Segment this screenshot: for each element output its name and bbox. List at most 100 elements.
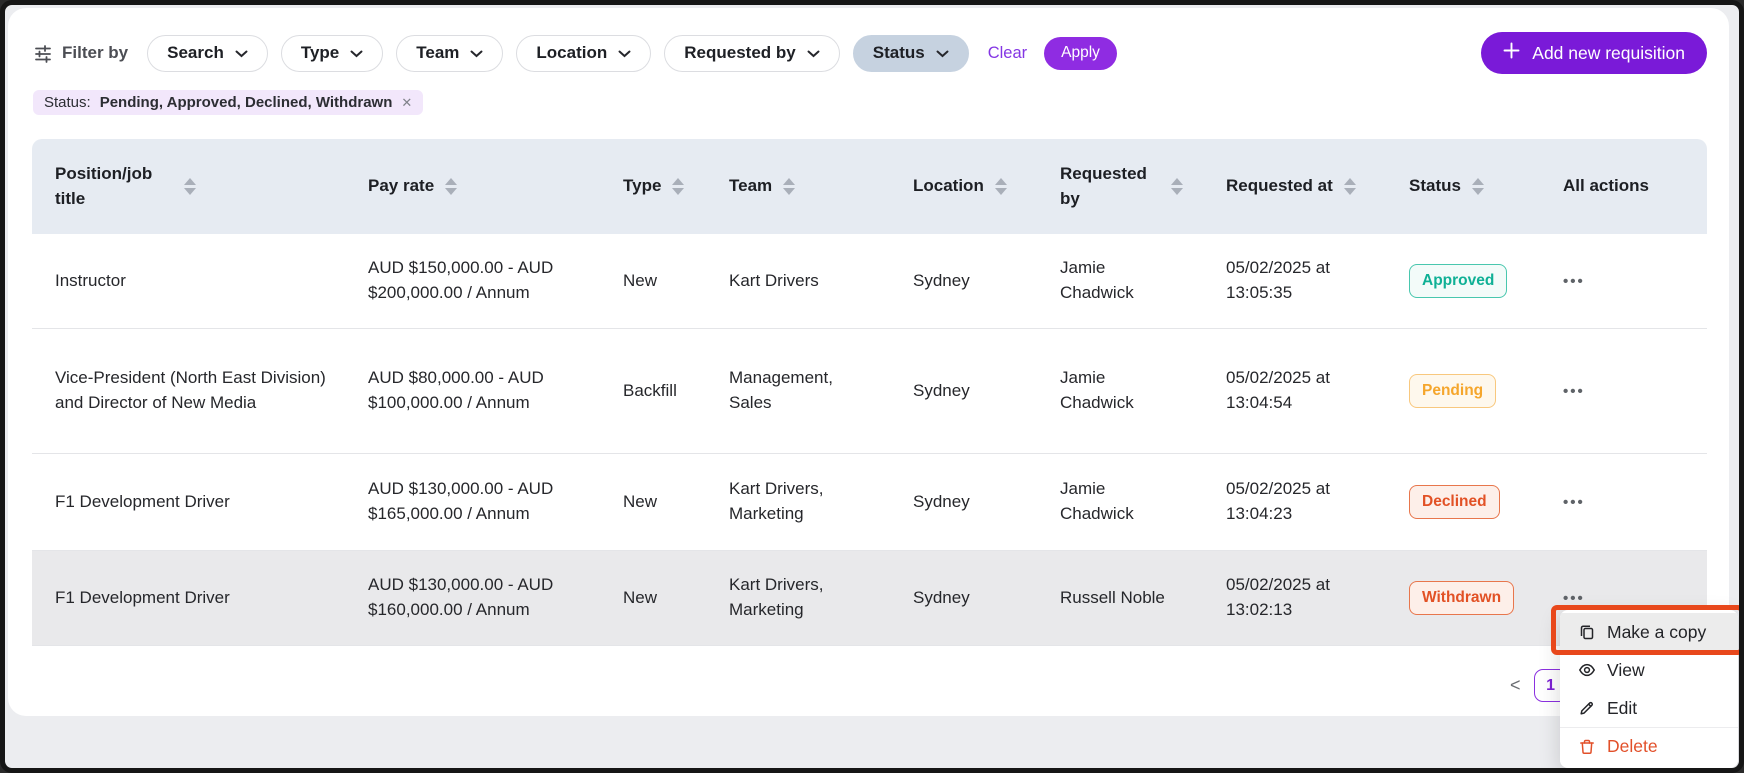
eye-icon (1578, 661, 1596, 679)
column-header-type[interactable]: Type (600, 139, 706, 234)
requisitions-table: Position/job title Pay rate Type Team Lo… (32, 139, 1707, 646)
filter-dropdown-search[interactable]: Search (147, 35, 268, 72)
cell-actions: ••• (1540, 329, 1707, 453)
filter-dropdown-label: Search (167, 43, 224, 63)
cell-team: Kart Drivers, Marketing (706, 454, 890, 550)
close-icon[interactable]: ✕ (401, 95, 412, 111)
filter-dropdown-label: Status (873, 43, 925, 63)
column-header-position[interactable]: Position/job title (32, 139, 345, 234)
cell-requested-at: 05/02/2025 at 13:05:35 (1203, 234, 1386, 328)
sort-icon (445, 178, 457, 195)
row-actions-menu-button[interactable]: ••• (1563, 591, 1585, 606)
cell-requested-at: 05/02/2025 at 13:04:23 (1203, 454, 1386, 550)
status-filter-chip: Status: Pending, Approved, Declined, Wit… (33, 90, 423, 115)
sliders-icon (33, 43, 53, 63)
filter-dropdown-requested-by[interactable]: Requested by (664, 35, 839, 72)
filter-bar: Filter by Search Type Team Location Requ… (8, 8, 1729, 74)
menu-item-label: View (1607, 660, 1645, 681)
cell-location: Sydney (890, 454, 1037, 550)
previous-page-button[interactable]: < (1510, 675, 1521, 696)
chip-values: Pending, Approved, Declined, Withdrawn (100, 94, 393, 111)
table-row: Vice-President (North East Division) and… (32, 329, 1707, 454)
cell-status: Withdrawn (1386, 551, 1540, 645)
menu-item-label: Edit (1607, 698, 1637, 719)
cell-location: Sydney (890, 234, 1037, 328)
column-header-requested-by[interactable]: Requested by (1037, 139, 1203, 234)
cell-status: Pending (1386, 329, 1540, 453)
column-header-pay-rate[interactable]: Pay rate (345, 139, 600, 234)
pencil-icon (1578, 699, 1596, 717)
menu-item-label: Make a copy (1607, 622, 1706, 643)
filter-dropdown-label: Location (536, 43, 607, 63)
cell-type: New (600, 551, 706, 645)
active-filters-row: Status: Pending, Approved, Declined, Wit… (8, 74, 1729, 115)
plus-icon (1503, 42, 1520, 64)
filter-dropdown-status[interactable]: Status (853, 35, 969, 72)
cell-team: Kart Drivers (706, 234, 890, 328)
filter-dropdown-label: Team (416, 43, 459, 63)
cell-position: F1 Development Driver (32, 551, 345, 645)
column-header-status[interactable]: Status (1386, 139, 1540, 234)
menu-item-delete[interactable]: Delete (1560, 727, 1738, 765)
column-header-all-actions: All actions (1540, 139, 1707, 234)
menu-item-view[interactable]: View (1560, 651, 1738, 689)
table-row: Instructor AUD $150,000.00 - AUD $200,00… (32, 234, 1707, 329)
cell-type: Backfill (600, 329, 706, 453)
cell-requested-at: 05/02/2025 at 13:04:54 (1203, 329, 1386, 453)
cell-pay-rate: AUD $150,000.00 - AUD $200,000.00 / Annu… (345, 234, 600, 328)
filter-dropdown-location[interactable]: Location (516, 35, 651, 72)
status-badge: Approved (1409, 264, 1507, 298)
cell-location: Sydney (890, 551, 1037, 645)
cell-location: Sydney (890, 329, 1037, 453)
column-header-requested-at[interactable]: Requested at (1203, 139, 1386, 234)
menu-item-edit[interactable]: Edit (1560, 689, 1738, 727)
status-badge: Pending (1409, 374, 1496, 408)
cell-status: Declined (1386, 454, 1540, 550)
cell-actions: ••• (1540, 234, 1707, 328)
chip-prefix: Status: (44, 94, 91, 111)
pagination: < 1 (1510, 669, 1568, 702)
cell-type: New (600, 454, 706, 550)
sort-icon (184, 178, 196, 195)
table-header-row: Position/job title Pay rate Type Team Lo… (32, 139, 1707, 234)
chevron-down-icon (618, 43, 631, 63)
cell-requested-at: 05/02/2025 at 13:02:13 (1203, 551, 1386, 645)
app-window: Filter by Search Type Team Location Requ… (0, 0, 1744, 773)
add-new-requisition-label: Add new requisition (1532, 43, 1685, 64)
chevron-down-icon (350, 43, 363, 63)
row-actions-context-menu: Make a copy View Edit (1560, 610, 1738, 768)
row-actions-menu-button[interactable]: ••• (1563, 495, 1585, 510)
column-header-team[interactable]: Team (706, 139, 890, 234)
copy-icon (1578, 623, 1596, 641)
chevron-down-icon (235, 43, 248, 63)
requisitions-panel: Filter by Search Type Team Location Requ… (8, 8, 1729, 716)
sort-icon (1472, 178, 1484, 195)
cell-position: F1 Development Driver (32, 454, 345, 550)
row-actions-menu-button[interactable]: ••• (1563, 274, 1585, 289)
cell-actions: ••• (1540, 454, 1707, 550)
menu-item-label: Delete (1607, 736, 1658, 757)
table-row: F1 Development Driver AUD $130,000.00 - … (32, 454, 1707, 551)
filter-dropdown-type[interactable]: Type (281, 35, 383, 72)
filter-dropdown-team[interactable]: Team (396, 35, 503, 72)
cell-requested-by: Russell Noble (1037, 551, 1203, 645)
menu-item-make-a-copy[interactable]: Make a copy (1560, 613, 1738, 651)
cell-position: Instructor (32, 234, 345, 328)
clear-filters-link[interactable]: Clear (988, 44, 1027, 63)
filter-dropdown-label: Requested by (684, 43, 795, 63)
filter-dropdown-label: Type (301, 43, 339, 63)
filter-by-label: Filter by (33, 43, 128, 63)
sort-icon (995, 178, 1007, 195)
sort-icon (1171, 178, 1183, 195)
add-new-requisition-button[interactable]: Add new requisition (1481, 32, 1707, 74)
cell-status: Approved (1386, 234, 1540, 328)
chevron-down-icon (936, 43, 949, 63)
apply-filters-button[interactable]: Apply (1044, 37, 1117, 70)
chevron-down-icon (470, 43, 483, 63)
cell-team: Management, Sales (706, 329, 890, 453)
column-header-location[interactable]: Location (890, 139, 1037, 234)
cell-pay-rate: AUD $130,000.00 - AUD $165,000.00 / Annu… (345, 454, 600, 550)
cell-type: New (600, 234, 706, 328)
row-actions-menu-button[interactable]: ••• (1563, 384, 1585, 399)
trash-icon (1578, 738, 1596, 756)
